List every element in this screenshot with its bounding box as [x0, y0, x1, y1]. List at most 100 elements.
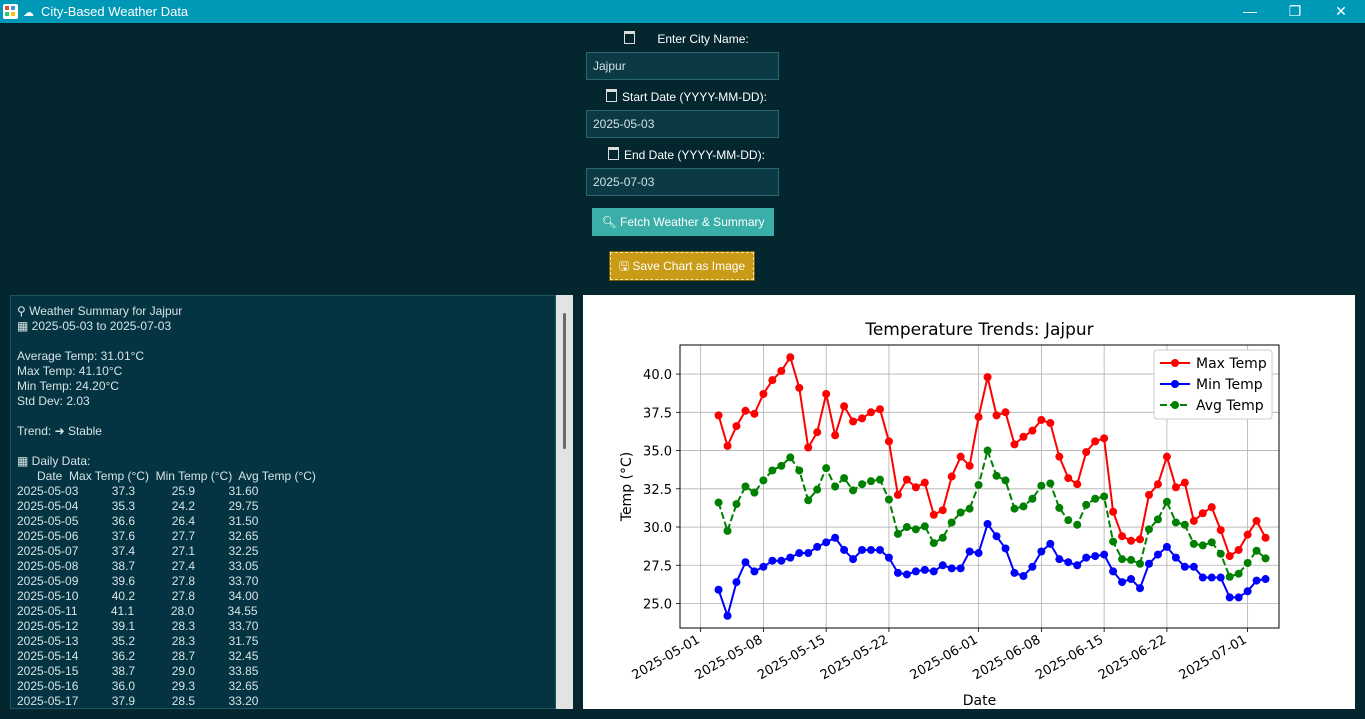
start-date-label-text: Start Date (YYYY-MM-DD): [622, 90, 767, 104]
data-point [1082, 553, 1091, 562]
data-point [974, 480, 983, 489]
city-input[interactable] [586, 52, 779, 80]
data-point [1118, 532, 1127, 541]
data-point [1037, 481, 1046, 490]
data-point [1055, 503, 1064, 512]
data-point [983, 373, 992, 382]
scrollbar-thumb[interactable] [563, 313, 566, 449]
data-point [1171, 553, 1180, 562]
data-point [875, 405, 884, 414]
data-point [768, 466, 777, 475]
data-point [1127, 536, 1136, 545]
data-point [965, 504, 974, 513]
close-button[interactable]: ✕ [1326, 2, 1356, 20]
data-point [1153, 550, 1162, 559]
start-date-label: Start Date (YYYY-MM-DD): [606, 89, 767, 104]
data-point [1153, 480, 1162, 489]
data-point [1010, 568, 1019, 577]
data-point [1261, 554, 1270, 563]
legend-label: Max Temp [1196, 356, 1267, 372]
data-point [1153, 515, 1162, 524]
data-point [992, 411, 1001, 420]
data-point [929, 510, 938, 519]
data-point [822, 464, 831, 473]
data-point [1010, 440, 1019, 449]
x-tick-label: 2025-07-01 [1177, 632, 1250, 683]
data-point [849, 417, 858, 426]
data-point [884, 495, 893, 504]
data-point [911, 567, 920, 576]
data-point [1252, 516, 1261, 525]
data-point [849, 486, 858, 495]
data-point [1019, 502, 1028, 511]
data-point [1234, 569, 1243, 578]
data-point [1198, 541, 1207, 550]
data-point [786, 353, 795, 362]
data-point [813, 542, 822, 551]
data-point [1082, 500, 1091, 509]
data-point [875, 475, 884, 484]
data-point [938, 506, 947, 515]
data-point [723, 611, 732, 620]
start-date-input[interactable] [586, 110, 779, 138]
data-point [723, 441, 732, 450]
data-point [1216, 573, 1225, 582]
calendar-icon [606, 89, 617, 102]
data-point [1091, 494, 1100, 503]
data-point [965, 547, 974, 556]
summary-panel[interactable]: ⚲ Weather Summary for Jajpur ▦ 2025-05-0… [10, 295, 556, 709]
data-point [858, 480, 867, 489]
data-point [866, 408, 875, 417]
restore-button[interactable]: ❐ [1280, 2, 1310, 20]
data-point [1118, 555, 1127, 564]
data-point [750, 488, 759, 497]
data-point [732, 500, 741, 509]
data-point [1198, 509, 1207, 518]
data-point [1091, 552, 1100, 561]
data-point [1189, 539, 1198, 548]
data-point [1216, 549, 1225, 558]
calendar-icon [608, 147, 619, 160]
x-tick-label: 2025-06-15 [1033, 632, 1106, 683]
data-point [813, 428, 822, 437]
data-point [1261, 533, 1270, 542]
data-point [1010, 504, 1019, 513]
data-point [1225, 593, 1234, 602]
data-point [1252, 576, 1261, 585]
data-point [1207, 573, 1216, 582]
data-point [831, 533, 840, 542]
data-point [714, 411, 723, 420]
data-point [956, 452, 965, 461]
data-point [1180, 562, 1189, 571]
data-point [777, 556, 786, 565]
data-point [777, 461, 786, 470]
temperature-chart: 25.027.530.032.535.037.540.02025-05-0120… [619, 320, 1280, 709]
data-point [1225, 552, 1234, 561]
summary-scrollbar[interactable] [556, 295, 573, 709]
data-point [1037, 547, 1046, 556]
data-point [1171, 483, 1180, 492]
data-point [1189, 562, 1198, 571]
data-point [1046, 419, 1055, 428]
data-point [911, 483, 920, 492]
data-point [929, 567, 938, 576]
y-tick-label: 35.0 [643, 445, 672, 460]
minimize-button[interactable]: — [1235, 2, 1265, 20]
data-point [866, 477, 875, 486]
end-date-input[interactable] [586, 168, 779, 196]
data-point [1064, 474, 1073, 483]
data-point [1234, 593, 1243, 602]
data-point [795, 383, 804, 392]
data-point [777, 367, 786, 376]
data-point [1234, 545, 1243, 554]
data-point [1109, 507, 1118, 516]
data-point [893, 568, 902, 577]
fetch-weather-button[interactable]: 🔍︎ Fetch Weather & Summary [592, 208, 774, 236]
city-label-text: Enter City Name: [657, 32, 749, 46]
data-point [1046, 539, 1055, 548]
y-tick-label: 25.0 [643, 598, 672, 613]
data-point [875, 545, 884, 554]
save-chart-button[interactable]: 🖫 Save Chart as Image [609, 251, 755, 281]
data-point [804, 549, 813, 558]
data-point [1100, 434, 1109, 443]
